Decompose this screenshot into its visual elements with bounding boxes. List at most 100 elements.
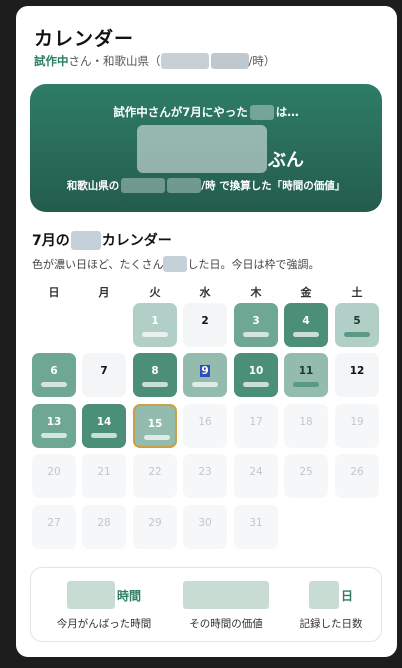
desc-suffix: した日。今日は枠で強調。 <box>187 258 320 271</box>
day-number: 1 <box>151 315 159 327</box>
day-number: 23 <box>198 466 212 478</box>
day-number: 24 <box>249 466 263 478</box>
calendar-day[interactable]: 30 <box>183 505 227 549</box>
calendar-day[interactable]: 18 <box>284 404 328 448</box>
calendar-day[interactable]: 22 <box>133 454 177 498</box>
calendar-day-today[interactable]: 15 <box>133 404 177 448</box>
calendar-title-prefix: 7月の <box>32 233 70 249</box>
activity-bar <box>243 332 269 337</box>
calendar-day[interactable]: 29 <box>133 505 177 549</box>
activity-bar <box>243 382 269 387</box>
calendar-day[interactable]: 10 <box>234 353 278 397</box>
day-number: 12 <box>349 365 365 377</box>
summary-intro: 試作中さんが7月にやった <box>113 105 248 119</box>
user-region-line: 試作中 さん・和歌山県（ /時） <box>34 53 275 69</box>
calendar-day[interactable]: 3 <box>234 303 278 347</box>
weekday-label: 木 <box>250 286 262 299</box>
weekday-label: 月 <box>98 286 110 299</box>
day-number: 4 <box>302 315 310 327</box>
day-number: 9 <box>200 365 210 377</box>
day-number: 29 <box>148 517 162 529</box>
stat-value: その時間の価値 <box>171 580 281 631</box>
calendar-day[interactable]: 24 <box>234 454 278 498</box>
activity-bar <box>142 382 168 387</box>
calendar-day[interactable]: 20 <box>32 454 76 498</box>
activity-bar <box>344 332 370 337</box>
calendar-day[interactable]: 1 <box>133 303 177 347</box>
day-number: 7 <box>100 365 108 377</box>
calendar-title-suffix: カレンダー <box>101 233 172 249</box>
conversion-note: 和歌山県の /時 で換算した「時間の価値」 <box>30 178 382 193</box>
day-number: 31 <box>249 517 263 529</box>
calendar-day[interactable]: 27 <box>32 505 76 549</box>
masked-activity-desc <box>163 256 188 272</box>
stat-hours: 時間 今月がんばった時間 <box>49 580 159 631</box>
day-number: 14 <box>96 416 112 428</box>
day-number: 26 <box>350 466 364 478</box>
masked-wage-2 <box>210 53 249 69</box>
calendar-day[interactable]: 7 <box>82 353 126 397</box>
calendar-day[interactable]: 14 <box>82 404 126 448</box>
calendar-day[interactable]: 16 <box>183 404 227 448</box>
calendar-day[interactable]: 23 <box>183 454 227 498</box>
calendar-day[interactable]: 17 <box>234 404 278 448</box>
calendar-day[interactable]: 4 <box>284 303 328 347</box>
summary-banner: 試作中さんが7月にやった は… ぶん 和歌山県の /時 で換算した「時間の価値」 <box>30 84 382 212</box>
calendar-day[interactable]: 2 <box>183 303 227 347</box>
day-number: 8 <box>151 365 159 377</box>
hours-unit: 時間 <box>116 588 141 603</box>
day-number: 25 <box>299 466 313 478</box>
masked-activity <box>249 104 274 120</box>
calendar-day[interactable]: 9 <box>183 353 227 397</box>
calendar-day[interactable]: 31 <box>234 505 278 549</box>
day-number: 6 <box>50 365 58 377</box>
day-number: 19 <box>350 416 364 428</box>
day-number: 21 <box>97 466 111 478</box>
day-number: 11 <box>298 365 314 377</box>
day-number: 15 <box>147 418 163 430</box>
day-number: 17 <box>249 416 263 428</box>
day-number: 27 <box>47 517 61 529</box>
weekday-label: 水 <box>199 286 211 299</box>
summary-end: は… <box>275 105 299 119</box>
masked-total-value <box>137 125 267 173</box>
masked-hours <box>66 581 115 609</box>
stat-days-value: 日 <box>291 580 371 610</box>
calendar-day[interactable]: 25 <box>284 454 328 498</box>
activity-bar <box>41 433 67 438</box>
calendar-day[interactable]: 28 <box>82 505 126 549</box>
calendar-day[interactable]: 26 <box>335 454 379 498</box>
day-number: 5 <box>353 315 361 327</box>
day-number: 18 <box>299 416 313 428</box>
calendar-day[interactable]: 5 <box>335 303 379 347</box>
day-number: 13 <box>46 416 62 428</box>
days-label: 記録した日数 <box>299 618 363 630</box>
day-number: 10 <box>248 365 264 377</box>
day-number: 22 <box>148 466 162 478</box>
calendar-day[interactable]: 19 <box>335 404 379 448</box>
day-number: 2 <box>201 315 209 327</box>
activity-bar <box>144 435 170 440</box>
days-unit: 日 <box>340 588 353 603</box>
summary-line: 試作中さんが7月にやった は… <box>30 104 382 120</box>
calendar-day[interactable]: 12 <box>335 353 379 397</box>
activity-bar <box>192 382 218 387</box>
day-number: 28 <box>97 517 111 529</box>
activity-bar <box>91 433 117 438</box>
calendar-card: カレンダー 試作中 さん・和歌山県（ /時） 試作中さんが7月にやった は… ぶ… <box>16 6 397 657</box>
desc-prefix: 色が濃い日ほど、たくさん <box>32 258 164 271</box>
calendar-day[interactable]: 21 <box>82 454 126 498</box>
masked-wage <box>160 53 209 69</box>
calendar-day[interactable]: 8 <box>133 353 177 397</box>
calendar-title: 7月の カレンダー <box>32 230 172 250</box>
value-label: その時間の価値 <box>189 618 263 630</box>
total-unit: ぶん <box>268 150 304 171</box>
calendar-day[interactable]: 13 <box>32 404 76 448</box>
day-number: 16 <box>198 416 212 428</box>
calendar-day[interactable]: 6 <box>32 353 76 397</box>
stats-panel: 時間 今月がんばった時間 その時間の価値 日 記録した日数 <box>30 567 382 642</box>
masked-wage-b <box>167 178 202 193</box>
activity-bar <box>293 332 319 337</box>
calendar-day[interactable]: 11 <box>284 353 328 397</box>
weekday-label: 土 <box>351 286 363 299</box>
